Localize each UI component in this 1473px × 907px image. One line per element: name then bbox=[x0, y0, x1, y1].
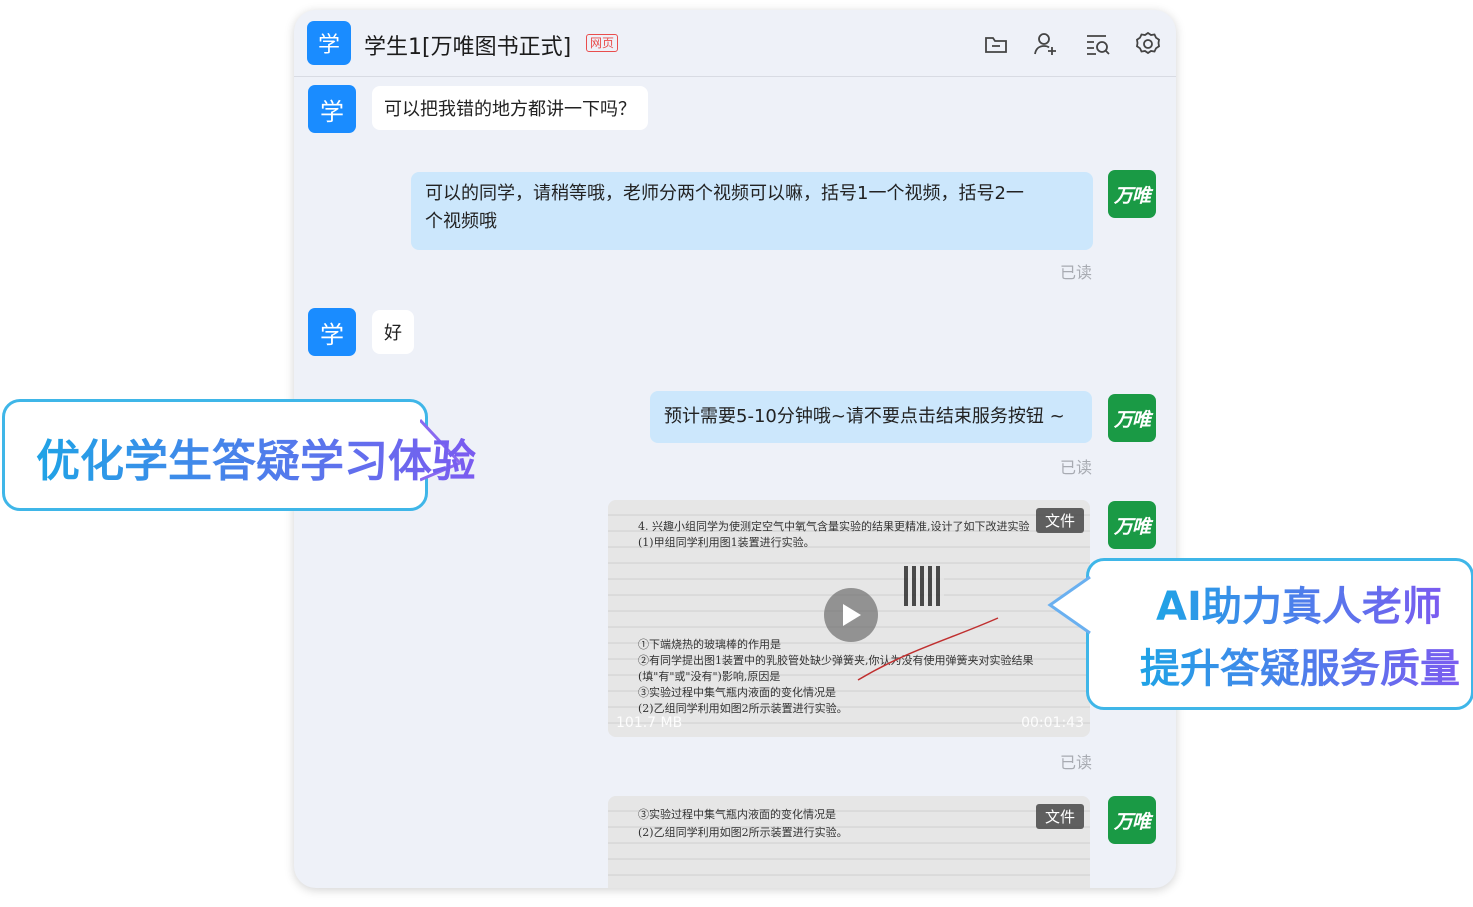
video-message[interactable]: 4. 兴趣小组同学为使测定空气中氧气含量实验的结果更精准,设计了如下改进实验 (… bbox=[608, 500, 1090, 737]
callout-right-line2: 提升答疑服务质量 bbox=[1140, 636, 1460, 694]
message-line: 可以的同学，请稍等哦，老师分两个视频可以嘛，括号1一个视频，括号2一 bbox=[425, 183, 1024, 204]
video-message[interactable]: ③实验过程中集气瓶内液面的变化情况是 (2)乙组同学利用如图2所示装置进行实验。… bbox=[608, 796, 1090, 888]
gear-icon[interactable] bbox=[1134, 30, 1162, 58]
worksheet-text: ①下端烧热的玻璃棒的作用是 bbox=[638, 638, 781, 651]
worksheet-text: 4. 兴趣小组同学为使测定空气中氧气含量实验的结果更精准,设计了如下改进实验 bbox=[638, 520, 1030, 533]
read-status: 已读 bbox=[1059, 263, 1092, 282]
chat-title: 学生1[万唯图书正式] bbox=[364, 35, 572, 60]
worksheet-text: (填"有"或"没有")影响,原因是 bbox=[638, 670, 781, 683]
video-duration: 00:01:43 bbox=[1021, 715, 1084, 731]
chat-header: 学 学生1[万唯图书正式] 网页 bbox=[294, 10, 1176, 77]
teacher-message: 可以的同学，请稍等哦，老师分两个视频可以嘛，括号1一个视频，括号2一 个视频哦 bbox=[411, 172, 1093, 250]
student-avatar[interactable]: 学 bbox=[308, 308, 356, 356]
play-button[interactable] bbox=[824, 588, 878, 642]
teacher-avatar[interactable]: 万唯 bbox=[1108, 796, 1156, 844]
worksheet-text: (1)甲组同学利用图1装置进行实验。 bbox=[638, 536, 815, 549]
file-tag: 文件 bbox=[1035, 508, 1084, 533]
student-avatar[interactable]: 学 bbox=[308, 85, 356, 133]
worksheet-text: (2)乙组同学利用如图2所示装置进行实验。 bbox=[638, 702, 848, 715]
teacher-avatar[interactable]: 万唯 bbox=[1108, 170, 1156, 218]
file-tag: 文件 bbox=[1035, 804, 1084, 829]
worksheet-text: ③实验过程中集气瓶内液面的变化情况是 bbox=[638, 808, 836, 821]
student-message: 好 bbox=[372, 310, 414, 354]
read-status: 已读 bbox=[1059, 458, 1092, 477]
search-list-icon[interactable] bbox=[1084, 30, 1112, 58]
read-status: 已读 bbox=[1059, 753, 1092, 772]
message-line: 个视频哦 bbox=[425, 211, 497, 232]
callout-left-text: 优化学生答疑学习体验 bbox=[36, 425, 476, 489]
video-size: 101.7 MB bbox=[616, 715, 683, 731]
qr-code-image bbox=[904, 566, 944, 606]
teacher-avatar[interactable]: 万唯 bbox=[1108, 394, 1156, 442]
web-badge: 网页 bbox=[586, 34, 619, 52]
callout-right-pointer bbox=[1047, 575, 1091, 635]
worksheet-text: ③实验过程中集气瓶内液面的变化情况是 bbox=[638, 686, 836, 699]
teacher-message: 预计需要5-10分钟哦~请不要点击结束服务按钮 ~ bbox=[650, 391, 1092, 443]
callout-right-line1: AI助力真人老师 bbox=[1156, 574, 1442, 632]
play-icon bbox=[843, 604, 861, 626]
folder-icon[interactable] bbox=[982, 30, 1010, 58]
teacher-avatar[interactable]: 万唯 bbox=[1108, 501, 1156, 549]
worksheet-text: (2)乙组同学利用如图2所示装置进行实验。 bbox=[638, 826, 848, 839]
header-avatar[interactable]: 学 bbox=[307, 21, 351, 65]
student-message: 可以把我错的地方都讲一下吗？ bbox=[372, 86, 648, 130]
add-user-icon[interactable] bbox=[1032, 30, 1060, 58]
